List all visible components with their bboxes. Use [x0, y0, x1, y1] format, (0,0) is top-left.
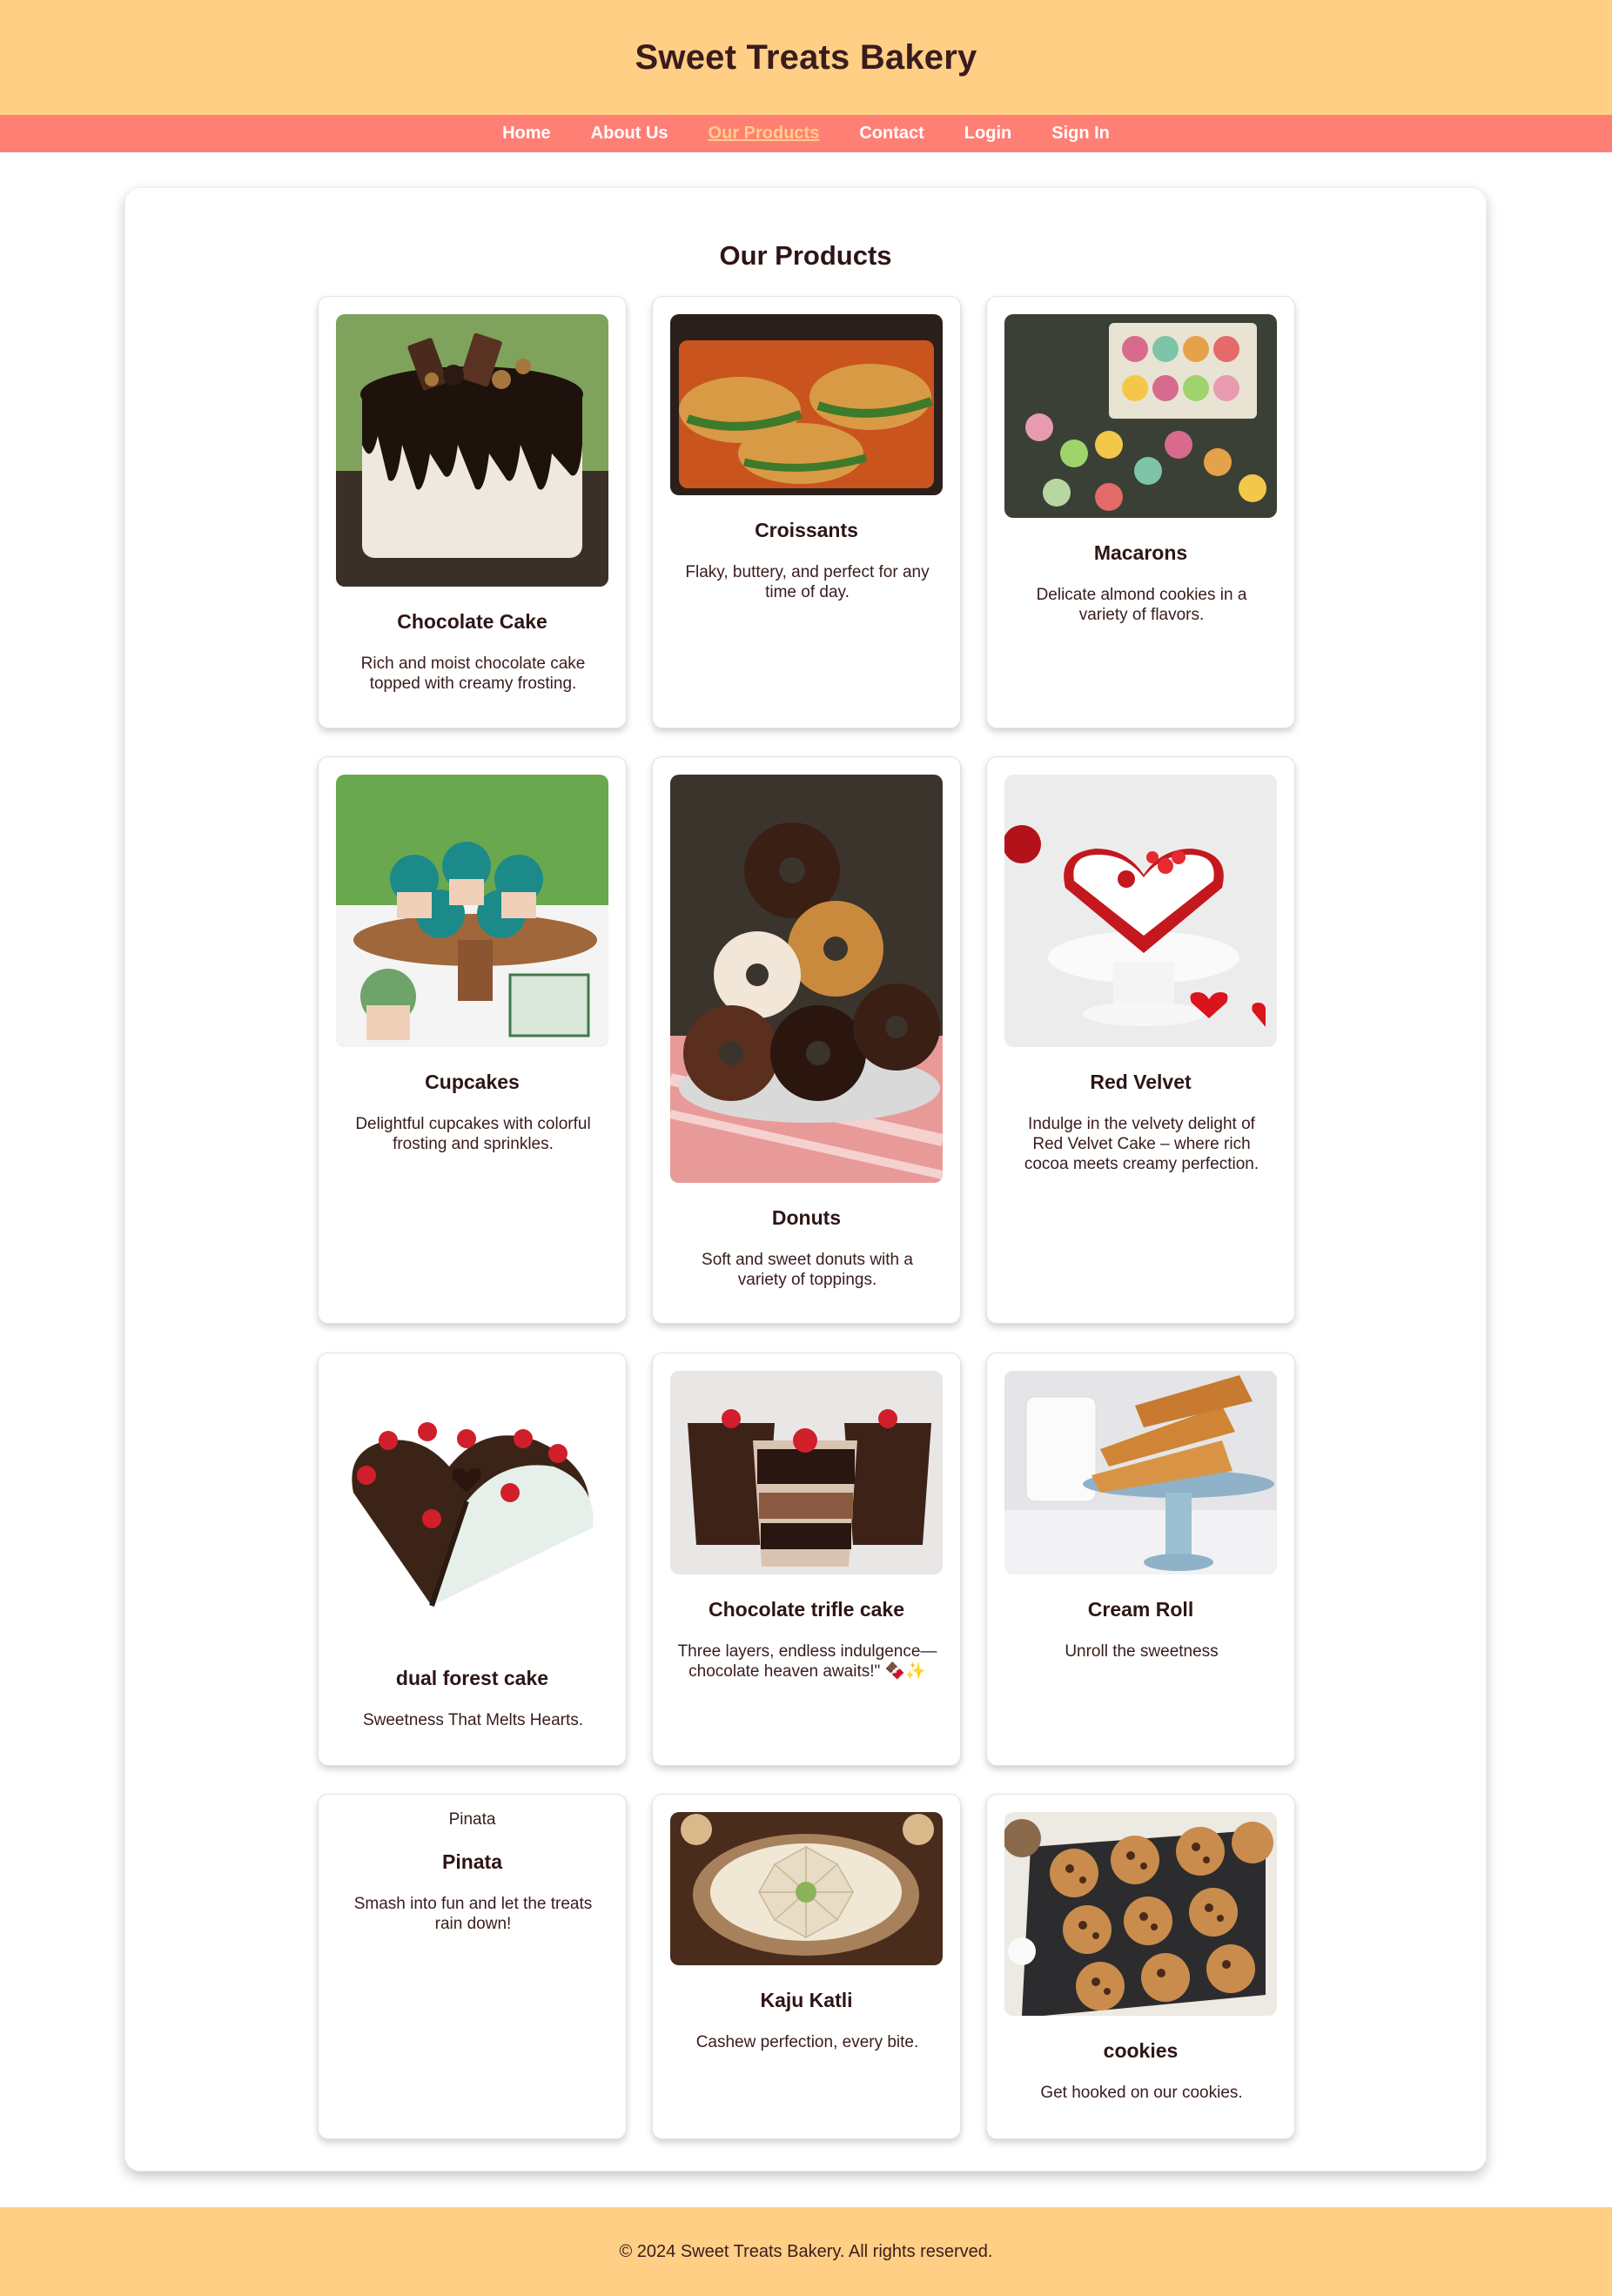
donuts-image: [670, 775, 943, 1183]
product-card-kaju-katli: Kaju Katli Cashew perfection, every bite…: [652, 1794, 961, 2139]
nav-signin-link[interactable]: Sign In: [1051, 124, 1110, 144]
product-description: Unroll the sweetness: [1065, 1642, 1219, 1661]
product-description: Delicate almond cookies in a variety of …: [1036, 586, 1247, 624]
product-description: Indulge in the velvety delight of Red Ve…: [1024, 1115, 1259, 1173]
cream-roll-image: [1004, 1371, 1277, 1574]
product-card-cupcakes: Cupcakes Delightful cupcakes with colorf…: [318, 756, 627, 1324]
chocolate-cake-image: [336, 314, 608, 587]
product-description: Cashew perfection, every bite.: [695, 2033, 919, 2051]
product-card-croissants: Croissants Flaky, buttery, and perfect f…: [652, 296, 961, 728]
section-title: Our Products: [719, 240, 892, 271]
dual-forest-cake-image: [336, 1371, 608, 1643]
product-description: Sweetness That Melts Hearts.: [362, 1711, 584, 1729]
macarons-image: [1004, 314, 1277, 518]
product-title: Donuts: [771, 1206, 842, 1229]
red-velvet-image: [1004, 775, 1277, 1047]
product-title: Pinata: [441, 1850, 503, 1873]
product-description: Smash into fun and let the treats rain d…: [353, 1895, 593, 1933]
product-title: Macarons: [1093, 541, 1188, 564]
product-card-chocolate-trifle-cake: Chocolate trifle cake Three layers, endl…: [652, 1353, 961, 1766]
product-card-red-velvet: Red Velvet Indulge in the velvety deligh…: [986, 756, 1295, 1324]
product-card-cream-roll: Cream Roll Unroll the sweetness: [986, 1353, 1295, 1766]
site-footer: © 2024 Sweet Treats Bakery. All rights r…: [0, 2207, 1612, 2296]
product-description: Rich and moist chocolate cake topped wit…: [360, 655, 586, 693]
nav-contact-link[interactable]: Contact: [859, 124, 924, 144]
product-card-chocolate-cake: Chocolate Cake Rich and moist chocolate …: [318, 296, 627, 728]
product-title: Croissants: [755, 519, 858, 541]
product-title: cookies: [1103, 2039, 1179, 2062]
cupcakes-image: [336, 775, 608, 1047]
products-container: Our Products Chocolate Cake Rich and moi…: [124, 187, 1487, 2172]
product-title: Cupcakes: [425, 1071, 520, 1093]
product-description: Delightful cupcakes with colorful frosti…: [355, 1115, 591, 1153]
croissants-image: [670, 314, 943, 495]
product-description: Soft and sweet donuts with a variety of …: [702, 1251, 913, 1289]
chocolate-trifle-image: [670, 1371, 943, 1574]
site-title: Sweet Treats Bakery: [635, 37, 977, 77]
footer-copyright: © 2024 Sweet Treats Bakery. All rights r…: [619, 2241, 993, 2261]
product-title: dual forest cake: [395, 1667, 549, 1689]
product-card-donuts: Donuts Soft and sweet donuts with a vari…: [652, 756, 961, 1324]
product-description: Flaky, buttery, and perfect for any time…: [685, 563, 930, 601]
kaju-katli-image: [670, 1812, 943, 1965]
nav-products-link[interactable]: Our Products: [709, 124, 820, 144]
product-card-dual-forest-cake: dual forest cake Sweetness That Melts He…: [318, 1353, 627, 1766]
cookies-image: [1004, 1812, 1277, 2016]
product-title: Red Velvet: [1090, 1071, 1192, 1093]
product-card-pinata: Pinata Pinata Smash into fun and let the…: [318, 1794, 627, 2139]
nav-home-link[interactable]: Home: [502, 124, 551, 144]
site-header: Sweet Treats Bakery: [0, 0, 1612, 115]
product-description: Get hooked on our cookies.: [1040, 2084, 1243, 2102]
product-card-macarons: Macarons Delicate almond cookies in a va…: [986, 296, 1295, 728]
nav-login-link[interactable]: Login: [964, 124, 1011, 144]
product-title: Cream Roll: [1087, 1598, 1194, 1621]
product-card-cookies: cookies Get hooked on our cookies.: [986, 1794, 1295, 2139]
product-title: Chocolate Cake: [397, 610, 547, 633]
product-description: Three layers, endless indulgence—chocola…: [677, 1642, 937, 1681]
nav-about-link[interactable]: About Us: [591, 124, 668, 144]
pinata-image-alt-text: Pinata: [448, 1810, 496, 1829]
product-title: Chocolate trifle cake: [709, 1598, 904, 1621]
product-title: Kaju Katli: [760, 1989, 853, 2011]
main-nav: Home About Us Our Products Contact Login…: [0, 115, 1612, 152]
